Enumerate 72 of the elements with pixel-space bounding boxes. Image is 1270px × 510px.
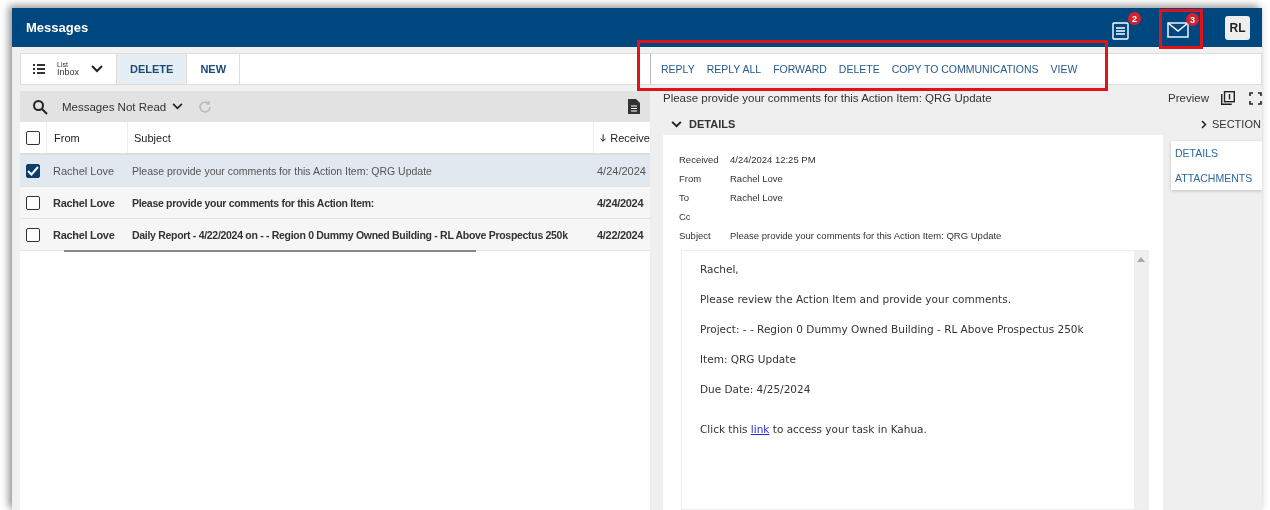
section-label: DETAILS — [689, 118, 736, 130]
chevron-down-icon — [91, 65, 104, 73]
checkbox[interactable] — [26, 227, 40, 242]
filter-dropdown[interactable]: Messages Not Read — [62, 100, 184, 113]
message-title: Please provide your comments for this Action Item: QRG Update — [663, 92, 992, 104]
avatar-button[interactable]: RL — [1225, 15, 1250, 40]
sections-label: SECTION — [1212, 118, 1261, 130]
action-button[interactable]: REPLY — [655, 63, 701, 75]
checkbox[interactable] — [26, 163, 40, 178]
checkbox[interactable] — [26, 130, 40, 145]
toolbar-button[interactable]: DELETE — [117, 54, 188, 84]
field-label: Cc — [679, 210, 692, 224]
section-link[interactable]: DETAILS — [1175, 147, 1262, 159]
column-header[interactable]: From — [47, 122, 128, 153]
body-paragraph: Item: QRG Update — [700, 352, 797, 367]
column-label: Receive — [610, 131, 650, 144]
body-paragraph: Due Date: 4/25/2024 — [700, 382, 812, 397]
search-icon — [32, 98, 48, 115]
document-icon[interactable] — [628, 99, 640, 114]
field-label: Received — [679, 153, 720, 167]
task-link[interactable]: link — [750, 423, 770, 435]
chevron-right-icon — [1201, 119, 1207, 129]
sections-toggle[interactable]: SECTION — [1171, 113, 1262, 135]
date-cell-text: 4/22/2024 — [596, 227, 645, 243]
action-button[interactable]: DELETE — [832, 63, 886, 75]
sender-cell-text: Rachel Love — [52, 195, 116, 211]
chevron-down-icon — [671, 120, 682, 128]
chevron-down-icon — [172, 103, 184, 110]
body-paragraph: Click this link to access your task in Kahua. — [700, 422, 928, 437]
fullscreen-icon[interactable] — [1249, 91, 1262, 105]
mail-icon — [1167, 21, 1189, 39]
clipboard-icon — [1111, 20, 1131, 40]
count-badge: 2 — [1128, 12, 1141, 25]
message-row[interactable]: Rachel Love Please provide your comments for this Action Item: QRG Update 4/24/2024 — [20, 155, 650, 187]
sender-cell-text: Rachel Love — [52, 163, 116, 179]
tasks-button[interactable]: 2 — [1107, 12, 1141, 43]
body-paragraph: Project: - - Region 0 Dummy Owned Building - RL Above Prospectus 250k — [700, 322, 1085, 337]
date-cell-text: 4/24/2024 — [596, 195, 645, 211]
scrollbar[interactable] — [1134, 251, 1148, 509]
column-header[interactable]: Receive — [594, 122, 650, 153]
subject-cell-text: Please provide your comments for this Action Item: — [131, 195, 375, 211]
action-button[interactable]: FORWARD — [767, 63, 833, 75]
field-value: Please provide your comments for this Action Item: QRG Update — [730, 229, 1003, 243]
sender-cell-text: Rachel Love — [52, 227, 116, 243]
scrollbar[interactable] — [64, 250, 476, 252]
section-link[interactable]: ATTACHMENTS — [1175, 172, 1262, 184]
preview-label: Preview — [1168, 92, 1209, 104]
page-icon[interactable] — [1221, 91, 1235, 105]
count-badge: 3 — [1186, 13, 1199, 26]
date-cell-text: 4/24/2024 — [596, 163, 647, 179]
field-label: From — [679, 172, 703, 186]
subject-cell-text: Daily Report - 4/22/2024 on - - Region 0 Dummy Owned Building - RL Above Prospectus 250k — [131, 227, 569, 243]
field-label: To — [679, 191, 691, 205]
subject-cell-text: Please provide your comments for this Action Item: QRG Update — [131, 163, 433, 179]
field-value: 4/24/2024 12:25 PM — [730, 153, 817, 167]
action-button[interactable]: COPY TO COMMUNICATIONS — [885, 63, 1045, 75]
action-button[interactable]: VIEW — [1044, 63, 1084, 75]
action-button[interactable]: REPLY ALL — [700, 63, 768, 75]
body-paragraph: Rachel, — [700, 262, 740, 277]
field-value: Rachel Love — [730, 191, 784, 205]
message-row[interactable]: Rachel Love Please provide your comments for this Action Item: 4/24/2024 — [20, 187, 650, 219]
list-icon — [33, 64, 45, 74]
checkbox[interactable] — [26, 195, 40, 210]
field-label: Subject — [679, 229, 712, 243]
mail-button[interactable]: 3 — [1163, 13, 1199, 42]
details-header[interactable]: DETAILS — [663, 113, 736, 135]
body-paragraph: Please review the Action Item and provide your comments. — [700, 292, 1012, 307]
window-title: Messages — [26, 20, 89, 35]
field-value: Rachel Love — [730, 172, 784, 186]
column-header[interactable]: Subject — [128, 122, 594, 153]
message-row[interactable]: Rachel Love Daily Report - 4/22/2024 on - - Region 0 Dummy Owned Building - RL Above Prospectus 250k 4/22/2024 — [20, 219, 650, 251]
sort-arrow-icon — [600, 131, 607, 144]
